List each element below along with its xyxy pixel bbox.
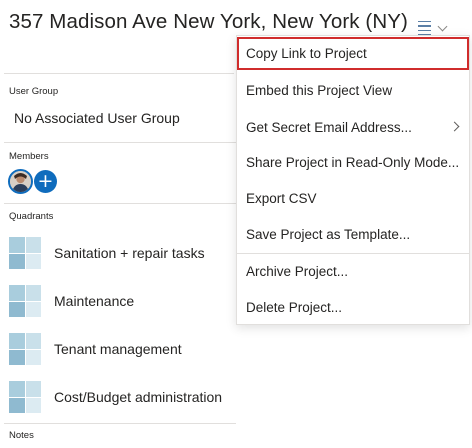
project-options-menu: Copy Link to Project Embed this Project … [236, 35, 470, 325]
quadrant-item[interactable]: Tenant management [9, 332, 239, 366]
menu-item-export-csv[interactable]: Export CSV [237, 181, 469, 215]
menu-item-copy-link[interactable]: Copy Link to Project [237, 37, 469, 70]
members-label: Members [9, 151, 49, 162]
quadrant-name: Sanitation + repair tasks [54, 245, 205, 261]
quadrants-label: Quadrants [9, 211, 54, 222]
menu-item-embed-view[interactable]: Embed this Project View [237, 73, 469, 107]
chevron-right-icon [449, 121, 460, 132]
quadrant-item[interactable]: Maintenance [9, 284, 239, 318]
menu-item-delete[interactable]: Delete Project... [237, 290, 469, 324]
header-divider [4, 73, 234, 74]
menu-item-secret-email[interactable]: Get Secret Email Address... [237, 110, 469, 144]
section-divider [4, 142, 236, 143]
quadrant-name: Maintenance [54, 293, 135, 309]
user-group-label: User Group [9, 86, 59, 97]
menu-item-save-template[interactable]: Save Project as Template... [237, 217, 469, 251]
add-member-icon: + [37, 170, 54, 192]
quadrant-icon [9, 237, 41, 269]
notes-label: Notes [9, 430, 34, 441]
menu-item-share-read-only[interactable]: Share Project in Read-Only Mode... [237, 145, 469, 179]
quadrant-name: Cost/Budget administration [54, 389, 223, 405]
section-divider [4, 423, 236, 424]
list-view-icon [418, 20, 431, 36]
menu-item-archive[interactable]: Archive Project... [237, 254, 469, 288]
quadrant-item[interactable]: Sanitation + repair tasks [9, 236, 239, 270]
project-title: 357 Madison Ave New York, New York (NY) [9, 10, 408, 33]
section-divider [4, 203, 236, 204]
quadrant-name: Tenant management [54, 341, 182, 357]
avatar[interactable] [8, 169, 33, 194]
add-member-button[interactable]: + [34, 170, 57, 193]
quadrant-icon [9, 381, 41, 413]
user-group-value[interactable]: No Associated User Group [14, 110, 180, 126]
quadrant-icon [9, 285, 41, 317]
chevron-down-icon [437, 21, 448, 31]
menu-item-label: Get Secret Email Address... [246, 119, 412, 135]
quadrant-icon [9, 333, 41, 365]
quadrant-item[interactable]: Cost/Budget administration [9, 380, 239, 414]
